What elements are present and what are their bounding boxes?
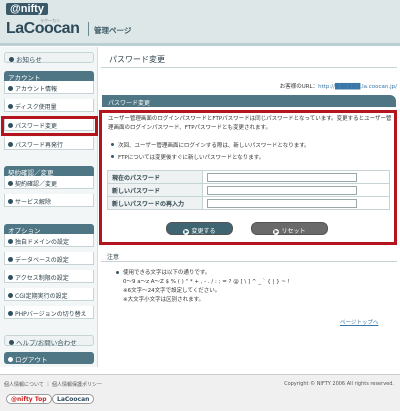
bullet-icon: [9, 339, 14, 345]
sidebar-item-disk-usage[interactable]: ディスク使用量: [4, 99, 94, 112]
sidebar-item-label: アカウント情報: [15, 86, 58, 93]
divider: [101, 261, 397, 262]
bullet-icon: [8, 86, 13, 91]
sidebar-head-option: オプション: [4, 224, 94, 235]
sidebar-item-contract[interactable]: 契約確認／変更: [4, 176, 94, 189]
bullet-icon: [8, 275, 13, 280]
sidebar-item-database[interactable]: データベースの設定: [4, 252, 94, 265]
bullet-icon: [8, 257, 13, 262]
caution-line: 使用できる文字は以下の通りです。: [123, 270, 211, 276]
sidebar-head-account: アカウント: [4, 71, 94, 82]
description-text: ユーザー管理画面のログインパスワードとFTPパスワードは同じパスワードとなってい…: [108, 116, 392, 131]
sidebar-item-cgi-cron[interactable]: CGI定期実行の設定: [4, 288, 94, 301]
sidebar-item-access-limit[interactable]: アクセス制限の設定: [4, 270, 94, 283]
caution-line: ※6文字〜24文字で設定してください。: [123, 288, 221, 294]
footer: [0, 374, 400, 411]
submit-button-label: 変更する: [191, 228, 216, 235]
caution-text: 使用できる文字は以下の通りです。 0〜9 a〜z A〜Z $ % ( ) " *…: [123, 269, 290, 305]
caution-title: 注意: [107, 254, 120, 261]
sidebar-item-label: サービス解除: [15, 199, 52, 206]
form-row: 新しいパスワード: [107, 183, 390, 197]
form-cell: [202, 170, 390, 184]
page-title: パスワード変更: [101, 54, 397, 68]
sidebar-item-cancel-service[interactable]: サービス解除: [4, 194, 94, 207]
nifty-top-link[interactable]: @nifty Top: [6, 394, 52, 404]
form-cell: [202, 196, 390, 210]
page-subtitle: 管理ページ: [94, 26, 132, 35]
sidebar-item-account-info[interactable]: アカウント情報: [4, 81, 94, 94]
logout-label: ログアウト: [15, 356, 48, 364]
reset-button-label: リセット: [281, 228, 306, 235]
customer-url-link[interactable]: http://██████.la.coocan.jp/: [318, 84, 397, 90]
sidebar-item-label: ディスク使用量: [15, 104, 57, 111]
bullet-icon: [8, 293, 13, 298]
sidebar-item-label: パスワード再発行: [15, 142, 64, 149]
sidebar-item-domain[interactable]: 独自ドメインの設定: [4, 234, 94, 247]
logout-button[interactable]: ログアウト: [4, 352, 94, 364]
note-item: FTPについては変更後すぐに新しいパスワードとなります。: [110, 155, 265, 161]
bullet-icon: [8, 142, 13, 147]
sidebar-head-contract: 契約確認／変更: [4, 166, 94, 177]
sidebar-item-label: ヘルプ/お問い合わせ: [16, 339, 77, 347]
caution-line: ※大文字小文字は区別されます。: [123, 297, 205, 303]
lacoocan-link[interactable]: LaCoocan: [52, 394, 95, 404]
lacoocan-logo[interactable]: LaCoocan: [6, 20, 80, 38]
bullet-icon: [8, 104, 13, 109]
arrow-right-icon: ▶: [273, 228, 280, 235]
confirm-password-label: 新しいパスワードの再入力: [107, 196, 203, 210]
sidebar-item-label: 独自ドメインの設定: [15, 239, 70, 246]
logo-separator: [88, 22, 89, 36]
sidebar-item-label: アクセス制限の設定: [15, 275, 69, 282]
bullet-icon: [8, 311, 13, 316]
password-form: 現在のパスワード 新しいパスワード 新しいパスワードの再入力: [107, 170, 390, 210]
header-stripe: [0, 43, 400, 46]
nifty-logo[interactable]: @nifty: [6, 3, 48, 15]
sidebar-item-php-version[interactable]: PHPバージョンの切り替え: [4, 306, 94, 319]
sidebar-item-password-reissue[interactable]: パスワード再発行: [4, 137, 94, 150]
sidebar-item-label: CGI定期実行の設定: [15, 293, 68, 300]
form-row: 新しいパスワードの再入力: [107, 196, 390, 210]
note-item: 次回、ユーザー管理画面にログインする際は、新しいパスワードとなります。: [111, 143, 310, 149]
sidebar-item-help[interactable]: ヘルプ/お問い合わせ: [4, 335, 94, 347]
highlight-box-sidebar: [1, 116, 98, 136]
confirm-password-input[interactable]: [207, 198, 357, 208]
new-password-label: 新しいパスワード: [107, 183, 203, 197]
bullet-icon: [9, 56, 14, 62]
page-top-link[interactable]: ページトップへ: [340, 318, 378, 326]
current-password-label: 現在のパスワード: [107, 170, 203, 184]
caution-line: 0〜9 a〜z A〜Z $ % ( ) " * + , - . / : ; = …: [123, 279, 290, 285]
customer-url: お客様のURL：http://██████.la.coocan.jp/: [101, 82, 397, 90]
current-password-input[interactable]: [207, 172, 357, 182]
bullet-icon: [116, 271, 119, 274]
bullet-icon: [8, 239, 13, 244]
customer-url-label: お客様のURL：: [279, 84, 319, 90]
submit-button[interactable]: ▶ 変更する: [166, 222, 233, 235]
new-password-input[interactable]: [207, 185, 357, 195]
footer-links[interactable]: 個人情報について ｜ 個人情報保護ポリシー: [4, 381, 102, 388]
sidebar-item-label: お知らせ: [16, 56, 42, 64]
arrow-icon: [8, 356, 13, 362]
arrow-right-icon: ▶: [183, 228, 190, 235]
copyright: Copyright © NIFTY 2006 All rights reserv…: [284, 381, 394, 387]
sidebar-item-label: 契約確認／変更: [15, 181, 58, 188]
sidebar-item-label: データベースの設定: [15, 257, 69, 264]
section-header: パスワード変更: [102, 95, 396, 107]
form-row: 現在のパスワード: [107, 170, 390, 184]
sidebar-item-label: PHPバージョンの切り替え: [15, 311, 87, 318]
sidebar-item-notice[interactable]: お知らせ: [4, 52, 94, 64]
sidebar: [0, 47, 98, 367]
bullet-icon: [8, 181, 13, 186]
bullet-icon: [8, 199, 13, 204]
reset-button[interactable]: ▶ リセット: [251, 222, 328, 235]
form-cell: [202, 183, 390, 197]
